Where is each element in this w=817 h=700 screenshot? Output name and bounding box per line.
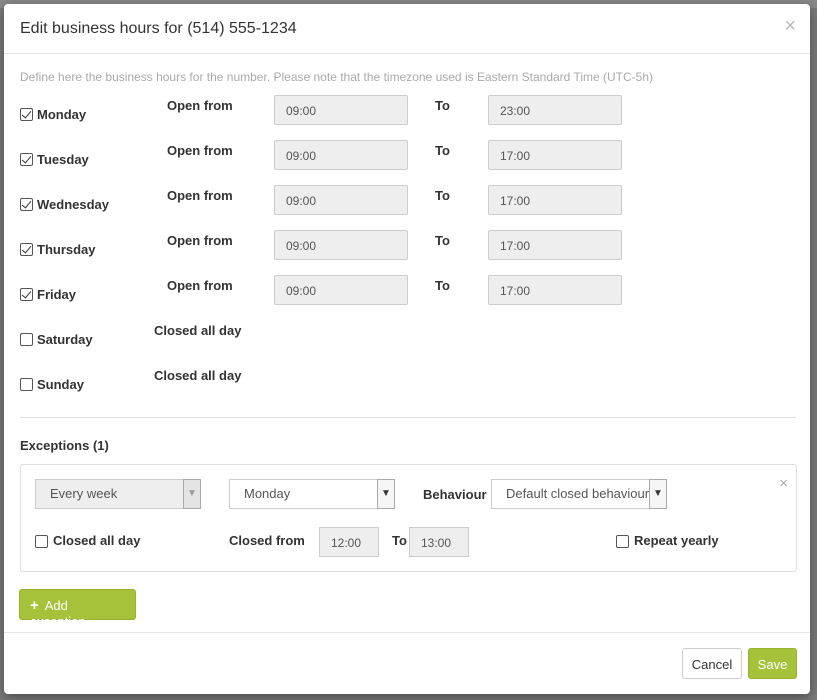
open-from-label: Open from xyxy=(167,98,233,113)
day-checkbox[interactable] xyxy=(20,378,33,391)
frequency-select[interactable]: Every week ▼ xyxy=(35,479,201,509)
open-to-input[interactable]: 17:00 xyxy=(488,275,622,305)
day-row-sunday: Sunday Closed all day xyxy=(4,362,810,402)
open-to-input[interactable]: 17:00 xyxy=(488,140,622,170)
exception-item: Every week ▼ Monday ▼ Behaviour Default … xyxy=(20,464,797,572)
closed-from-input[interactable]: 12:00 xyxy=(319,527,379,557)
repeat-yearly-label: Repeat yearly xyxy=(634,533,719,548)
day-row-wednesday: Wednesday Open from 09:00 To 17:00 xyxy=(4,182,810,222)
chevron-down-icon: ▼ xyxy=(183,479,201,509)
day-row-friday: Friday Open from 09:00 To 17:00 xyxy=(4,272,810,312)
behaviour-label: Behaviour xyxy=(423,487,487,502)
open-from-input[interactable]: 09:00 xyxy=(274,140,408,170)
day-select[interactable]: Monday ▼ xyxy=(229,479,395,509)
day-checkbox[interactable] xyxy=(20,198,33,211)
intro-text: Define here the business hours for the n… xyxy=(20,70,654,84)
open-to-input[interactable]: 17:00 xyxy=(488,185,622,215)
closed-all-day-label: Closed all day xyxy=(53,533,141,548)
cancel-button[interactable]: Cancel xyxy=(682,648,742,679)
behaviour-select-value: Default closed behaviour xyxy=(506,486,650,501)
day-row-monday: Monday Open from 09:00 To 23:00 xyxy=(4,92,810,132)
chevron-down-icon: ▼ xyxy=(649,479,667,509)
day-label: Wednesday xyxy=(37,197,110,212)
exceptions-title: Exceptions (1) xyxy=(20,438,109,453)
day-label: Monday xyxy=(37,107,87,122)
open-from-input[interactable]: 09:00 xyxy=(274,185,408,215)
day-row-thursday: Thursday Open from 09:00 To 17:00 xyxy=(4,227,810,267)
to-label: To xyxy=(435,143,450,158)
to-label: To xyxy=(435,233,450,248)
closed-all-day-label: Closed all day xyxy=(154,368,242,383)
open-from-label: Open from xyxy=(167,278,233,293)
chevron-down-icon: ▼ xyxy=(377,479,395,509)
modal-header: Edit business hours for (514) 555-1234 × xyxy=(4,4,810,54)
day-checkbox[interactable] xyxy=(20,153,33,166)
day-checkbox[interactable] xyxy=(20,243,33,256)
day-checkbox[interactable] xyxy=(20,288,33,301)
open-from-label: Open from xyxy=(167,233,233,248)
day-checkbox[interactable] xyxy=(20,108,33,121)
add-exception-button[interactable]: + Add exception xyxy=(19,589,136,629)
open-to-input[interactable]: 23:00 xyxy=(488,95,622,125)
day-select-value: Monday xyxy=(244,486,291,501)
open-to-input[interactable]: 17:00 xyxy=(488,230,622,260)
plus-icon: + xyxy=(30,597,39,614)
open-from-label: Open from xyxy=(167,188,233,203)
open-from-input[interactable]: 09:00 xyxy=(274,230,408,260)
closed-to-input[interactable]: 13:00 xyxy=(409,527,469,557)
closed-to-label: To xyxy=(392,533,407,548)
to-label: To xyxy=(435,278,450,293)
closed-from-label: Closed from xyxy=(229,533,305,548)
modal-title: Edit business hours for (514) 555-1234 xyxy=(20,20,297,37)
to-label: To xyxy=(435,98,450,113)
day-checkbox[interactable] xyxy=(20,333,33,346)
remove-exception-icon[interactable]: × xyxy=(779,475,788,492)
business-hours-modal: Edit business hours for (514) 555-1234 ×… xyxy=(4,4,810,694)
behaviour-select[interactable]: Default closed behaviour ▼ xyxy=(491,479,667,509)
open-from-input[interactable]: 09:00 xyxy=(274,95,408,125)
close-icon[interactable]: × xyxy=(784,16,796,36)
divider xyxy=(20,417,796,418)
closed-all-day-label: Closed all day xyxy=(154,323,242,338)
closed-all-day-checkbox[interactable] xyxy=(35,535,48,548)
repeat-yearly-checkbox[interactable] xyxy=(616,535,629,548)
day-label: Saturday xyxy=(37,332,93,347)
day-label: Tuesday xyxy=(37,152,89,167)
day-row-saturday: Saturday Closed all day xyxy=(4,317,810,357)
day-row-tuesday: Tuesday Open from 09:00 To 17:00 xyxy=(4,137,810,177)
save-button[interactable]: Save xyxy=(748,648,797,679)
footer-divider xyxy=(4,632,810,633)
day-label: Thursday xyxy=(37,242,96,257)
open-from-label: Open from xyxy=(167,143,233,158)
day-label: Friday xyxy=(37,287,77,302)
open-from-input[interactable]: 09:00 xyxy=(274,275,408,305)
to-label: To xyxy=(435,188,450,203)
day-label: Sunday xyxy=(37,377,84,392)
frequency-select-value: Every week xyxy=(50,486,118,501)
